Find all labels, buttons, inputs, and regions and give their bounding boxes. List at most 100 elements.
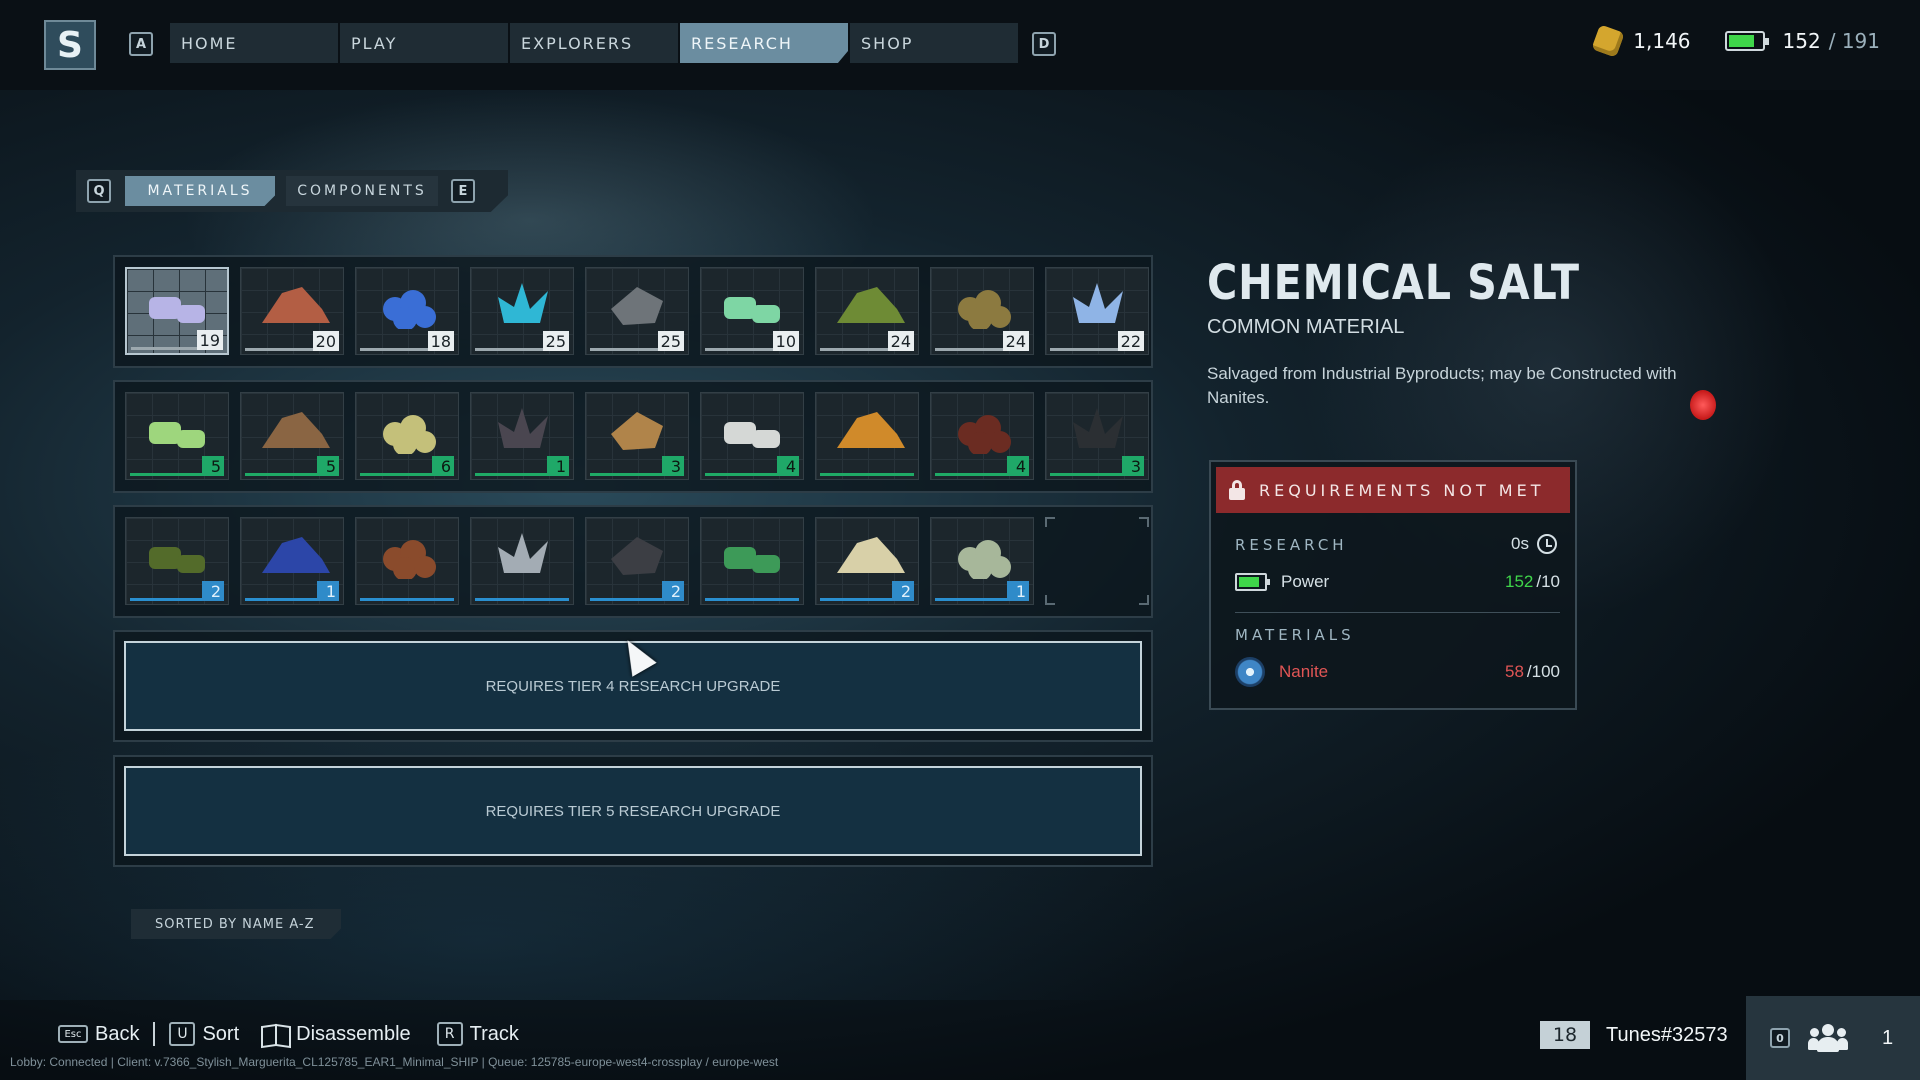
material-slot[interactable]: 4 bbox=[700, 392, 804, 480]
category-prev-key[interactable]: Q bbox=[87, 179, 111, 203]
nav-next-key[interactable]: D bbox=[1032, 32, 1056, 56]
party-button[interactable]: 0 1 bbox=[1746, 996, 1920, 1080]
material-slot[interactable]: 2 bbox=[125, 517, 229, 605]
material-count: 4 bbox=[1007, 456, 1029, 476]
material-slot[interactable] bbox=[355, 517, 459, 605]
disassemble-hint[interactable]: Disassemble bbox=[261, 1023, 410, 1046]
material-slot[interactable]: 3 bbox=[585, 392, 689, 480]
item-rarity: COMMON MATERIAL bbox=[1207, 316, 1405, 338]
material-count: 20 bbox=[312, 331, 339, 351]
tab-home[interactable]: HOME bbox=[170, 23, 338, 63]
sort-key: U bbox=[169, 1022, 196, 1046]
power-label: Power bbox=[1281, 572, 1330, 591]
power-current: 152 bbox=[1782, 29, 1821, 53]
material-slot[interactable] bbox=[700, 517, 804, 605]
material-count: 24 bbox=[1002, 331, 1029, 351]
tab-research[interactable]: RESEARCH bbox=[680, 23, 848, 63]
nav-prev-key[interactable]: A bbox=[129, 32, 153, 56]
material-slot[interactable]: 4 bbox=[930, 392, 1034, 480]
back-hint[interactable]: Esc Back bbox=[58, 1023, 139, 1046]
track-label: Track bbox=[469, 1022, 519, 1045]
slot-progress-bar bbox=[360, 598, 454, 601]
material-count: 3 bbox=[1122, 456, 1144, 476]
material-slot[interactable]: 6 bbox=[355, 392, 459, 480]
material-slot[interactable]: 2 bbox=[585, 517, 689, 605]
material-slot[interactable]: 25 bbox=[585, 267, 689, 355]
tab-components[interactable]: COMPONENTS bbox=[286, 176, 438, 206]
material-slot[interactable]: 5 bbox=[240, 392, 344, 480]
material-slot[interactable]: 24 bbox=[930, 267, 1034, 355]
category-tabs: Q MATERIALS COMPONENTS E bbox=[76, 170, 508, 212]
nanite-icon bbox=[1235, 657, 1265, 687]
nanite-requirement: Nanite 58 /100 bbox=[1235, 657, 1560, 687]
party-key: 0 bbox=[1770, 1028, 1790, 1048]
material-slot[interactable] bbox=[470, 517, 574, 605]
material-slot[interactable]: 3 bbox=[1045, 392, 1149, 480]
hint-separator bbox=[153, 1022, 156, 1046]
sort-hint[interactable]: U Sort bbox=[169, 1022, 239, 1046]
category-next-key[interactable]: E bbox=[451, 179, 475, 203]
materials-section-label: MATERIALS bbox=[1235, 626, 1355, 644]
material-slot[interactable]: 1 bbox=[240, 517, 344, 605]
sort-indicator: SORTED BY NAME A-Z bbox=[131, 909, 341, 939]
track-key: R bbox=[436, 1022, 463, 1046]
material-count: 5 bbox=[317, 456, 339, 476]
tab-shop[interactable]: SHOP bbox=[850, 23, 1018, 63]
material-row-2: 5 5 6 1 3 4 4 3 bbox=[113, 380, 1153, 493]
material-count: 1 bbox=[547, 456, 569, 476]
slot-progress-bar bbox=[705, 598, 799, 601]
material-slot[interactable]: 24 bbox=[815, 267, 919, 355]
material-slot[interactable]: 10 bbox=[700, 267, 804, 355]
material-slot[interactable] bbox=[815, 392, 919, 480]
nanite-label: Nanite bbox=[1279, 662, 1329, 681]
tab-play[interactable]: PLAY bbox=[340, 23, 508, 63]
game-logo[interactable]: S bbox=[44, 20, 96, 70]
research-time: 0s bbox=[1511, 534, 1557, 554]
party-count: 1 bbox=[1882, 1026, 1894, 1049]
requirements-status-label: REQUIREMENTS NOT MET bbox=[1259, 480, 1545, 500]
material-count: 19 bbox=[196, 330, 223, 350]
material-slot[interactable]: 22 bbox=[1045, 267, 1149, 355]
connection-status: Lobby: Connected | Client: v.7366_Stylis… bbox=[10, 1055, 779, 1069]
material-count: 2 bbox=[662, 581, 684, 601]
material-slot[interactable]: 19 bbox=[125, 267, 229, 355]
esc-key: Esc bbox=[58, 1025, 88, 1043]
power-have: 152 bbox=[1504, 572, 1534, 591]
material-count: 25 bbox=[657, 331, 684, 351]
material-count: 1 bbox=[317, 581, 339, 601]
material-count: 24 bbox=[887, 331, 914, 351]
material-count: 2 bbox=[202, 581, 224, 601]
material-slot[interactable]: 20 bbox=[240, 267, 344, 355]
tab-materials[interactable]: MATERIALS bbox=[125, 176, 275, 206]
credits-icon bbox=[1591, 24, 1625, 58]
tab-explorers[interactable]: EXPLORERS bbox=[510, 23, 678, 63]
material-slot[interactable]: 5 bbox=[125, 392, 229, 480]
player-name: Tunes#32573 bbox=[1606, 1023, 1728, 1046]
control-hints: Esc Back U Sort Disassemble R Track bbox=[58, 1022, 519, 1046]
material-count: 4 bbox=[777, 456, 799, 476]
power-requirement: Power 152 /10 bbox=[1235, 572, 1560, 592]
material-slot[interactable]: 2 bbox=[815, 517, 919, 605]
clock-icon bbox=[1537, 534, 1557, 554]
lock-icon bbox=[1229, 480, 1245, 500]
material-count: 5 bbox=[202, 456, 224, 476]
requirements-panel: REQUIREMENTS NOT MET RESEARCH 0s Power 1… bbox=[1209, 460, 1577, 710]
notification-dot bbox=[1690, 390, 1716, 420]
material-slot[interactable]: 18 bbox=[355, 267, 459, 355]
item-description: Salvaged from Industrial Byproducts; may… bbox=[1207, 364, 1677, 407]
material-count: 25 bbox=[542, 331, 569, 351]
credits-amount: 1,146 bbox=[1633, 29, 1691, 53]
disassemble-label: Disassemble bbox=[296, 1022, 411, 1045]
power-icon bbox=[1235, 573, 1270, 591]
slot-progress-bar bbox=[475, 598, 569, 601]
material-slot[interactable]: 1 bbox=[470, 392, 574, 480]
track-hint[interactable]: R Track bbox=[436, 1022, 519, 1046]
research-time-value: 0s bbox=[1511, 534, 1529, 553]
material-slot[interactable]: 25 bbox=[470, 267, 574, 355]
material-row-1: 19 20 18 25 25 10 24 24 22 bbox=[113, 255, 1153, 368]
player-level: 18 bbox=[1540, 1021, 1590, 1049]
material-slot[interactable]: 1 bbox=[930, 517, 1034, 605]
disassemble-icon bbox=[261, 1023, 289, 1045]
player-info: 18 Tunes#32573 bbox=[1540, 1021, 1728, 1049]
material-count: 6 bbox=[432, 456, 454, 476]
